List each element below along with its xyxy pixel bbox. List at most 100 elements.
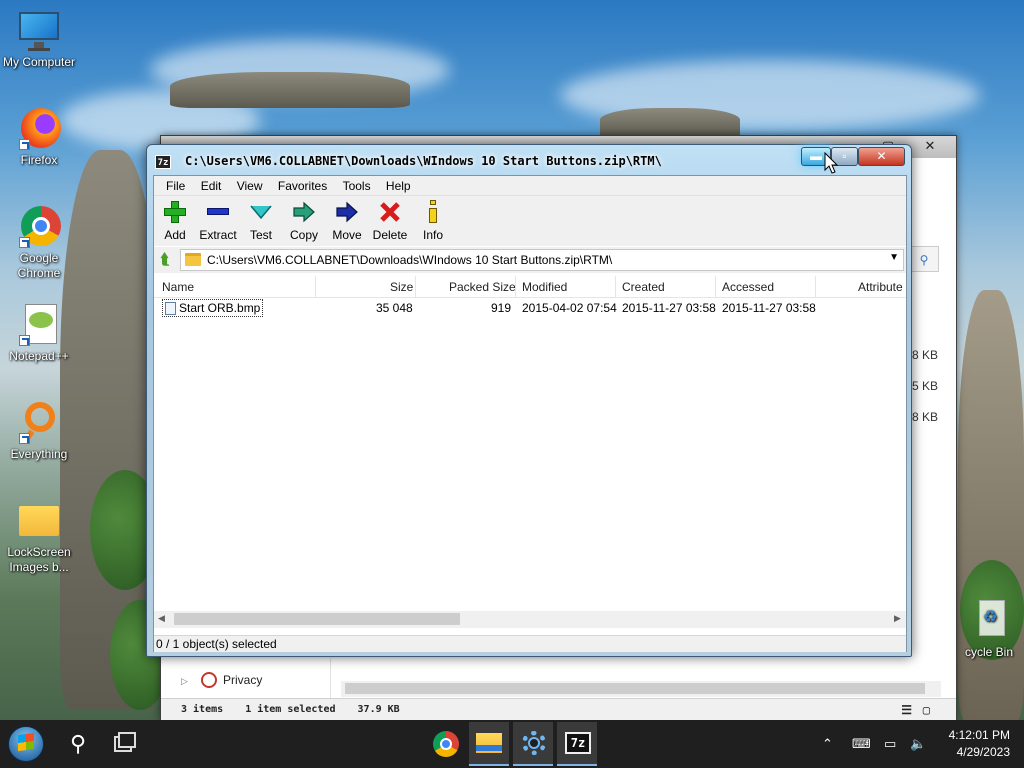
recycle-bin-icon: ♻ xyxy=(967,598,1011,642)
large-icons-view-icon[interactable]: ▢ xyxy=(923,699,930,721)
bg-close-button[interactable]: ✕ xyxy=(913,136,947,156)
menu-bar: File Edit View Favorites Tools Help xyxy=(154,176,906,196)
7zip-window[interactable]: 7z C:\Users\VM6.COLLABNET\Downloads\WInd… xyxy=(146,144,912,657)
7zip-app-icon[interactable]: 7z xyxy=(155,155,171,169)
desktop-icon-label: LockScreen Images b... xyxy=(7,545,71,574)
settings-icon[interactable] xyxy=(513,722,553,766)
column-size[interactable]: Size xyxy=(390,280,413,294)
volume-icon[interactable]: 🔈 xyxy=(910,720,926,768)
file-packed-size: 919 xyxy=(491,301,512,315)
file-name-cell[interactable]: Start ORB.bmp xyxy=(162,299,264,317)
desktop-icon-label: Google Chrome xyxy=(17,251,61,280)
bg-status-size: 37.9 KB xyxy=(357,704,400,715)
menu-edit[interactable]: Edit xyxy=(195,176,228,193)
desktop-icon-everything[interactable]: Everything xyxy=(0,400,78,462)
nav-item-privacy[interactable]: Privacy xyxy=(223,673,262,687)
desktop-icon-chrome[interactable]: Google Chrome xyxy=(0,204,78,281)
everything-icon xyxy=(17,400,61,445)
display-icon[interactable]: ▭ xyxy=(884,720,896,768)
desktop-icon-recycle-bin[interactable]: ♻ cycle Bin xyxy=(950,598,1024,660)
column-divider[interactable] xyxy=(515,276,516,298)
task-view-icon[interactable] xyxy=(102,722,142,766)
bg-search-icon[interactable]: ⚲ xyxy=(909,246,939,272)
menu-tools[interactable]: Tools xyxy=(337,176,377,193)
chrome-icon xyxy=(17,204,61,248)
column-divider[interactable] xyxy=(815,276,816,298)
column-accessed[interactable]: Accessed xyxy=(722,280,774,294)
desktop-icon-label: Firefox xyxy=(20,153,58,167)
file-explorer-icon[interactable] xyxy=(469,722,509,766)
close-button[interactable]: ✕ xyxy=(858,147,905,166)
add-label: Add xyxy=(164,228,186,242)
chrome-icon[interactable] xyxy=(425,722,465,766)
chevron-down-icon[interactable]: ▼ xyxy=(889,252,899,263)
file-name: Start ORB.bmp xyxy=(179,301,261,315)
column-divider[interactable] xyxy=(415,276,416,298)
plus-icon xyxy=(163,200,187,224)
bg-hscroll-thumb[interactable] xyxy=(345,683,925,694)
column-name[interactable]: Name xyxy=(162,280,194,294)
menu-help[interactable]: Help xyxy=(380,176,417,193)
bitmap-file-icon xyxy=(165,302,176,315)
copy-button[interactable]: Copy xyxy=(282,200,326,242)
address-bar: ⮬ C:\Users\VM6.COLLABNET\Downloads\WIndo… xyxy=(154,247,906,273)
path-combobox[interactable]: C:\Users\VM6.COLLABNET\Downloads\WIndows… xyxy=(180,249,904,271)
test-label: Test xyxy=(249,228,272,242)
info-button[interactable]: Info xyxy=(411,200,455,242)
show-hidden-icons-chevron-icon[interactable]: ⌃ xyxy=(822,720,833,768)
path-text: C:\Users\VM6.COLLABNET\Downloads\WIndows… xyxy=(207,253,613,267)
bg-size-cell: 8 KB xyxy=(912,410,939,424)
system-clock[interactable]: 4:12:01 PM 4/29/2023 xyxy=(949,727,1010,761)
minus-icon xyxy=(206,200,230,224)
desktop-icon-lockscreen-folder[interactable]: LockScreen Images b... xyxy=(0,498,78,575)
scrollbar-thumb[interactable] xyxy=(174,613,460,625)
desktop-icon-label: cycle Bin xyxy=(964,645,1014,659)
search-icon[interactable]: ⚲ xyxy=(58,722,98,766)
column-divider[interactable] xyxy=(315,276,316,298)
column-modified[interactable]: Modified xyxy=(522,280,567,294)
menu-file[interactable]: File xyxy=(160,176,191,193)
delete-button[interactable]: Delete xyxy=(368,200,412,242)
move-button[interactable]: Move xyxy=(325,200,369,242)
7zip-icon[interactable]: 7z xyxy=(557,722,597,766)
bg-nav-pane: ▷ Privacy xyxy=(161,658,331,698)
scroll-right-arrow-icon[interactable]: ▶ xyxy=(894,613,901,624)
file-size: 35 048 xyxy=(376,301,413,315)
menu-view[interactable]: View xyxy=(231,176,269,193)
clock-date: 4/29/2023 xyxy=(956,745,1010,759)
up-folder-icon[interactable]: ⮬ xyxy=(156,251,174,269)
list-header: Name Size Packed Size Modified Created A… xyxy=(154,276,906,298)
add-button[interactable]: Add xyxy=(153,200,197,242)
menu-favorites[interactable]: Favorites xyxy=(272,176,333,193)
bg-status-selected: 1 item selected xyxy=(245,704,336,715)
shortcut-arrow-icon xyxy=(19,335,30,346)
window-titlebar[interactable]: 7z C:\Users\VM6.COLLABNET\Downloads\WInd… xyxy=(155,153,791,173)
details-view-icon[interactable]: ☰ xyxy=(901,699,912,721)
notepadpp-icon xyxy=(17,302,61,346)
x-icon xyxy=(378,200,402,224)
column-attribute[interactable]: Attribute xyxy=(858,280,903,294)
table-row[interactable]: Start ORB.bmp 35 048 919 2015-04-02 07:5… xyxy=(154,299,906,317)
expand-chevron-icon[interactable]: ▷ xyxy=(181,676,188,687)
desktop-icon-firefox[interactable]: Firefox xyxy=(0,106,78,168)
scroll-left-arrow-icon[interactable]: ◀ xyxy=(158,613,165,624)
test-button[interactable]: Test xyxy=(239,200,283,242)
file-modified: 2015-04-02 07:54 xyxy=(522,301,617,315)
clock-time: 4:12:01 PM xyxy=(948,728,1010,742)
desktop-icon-notepadpp[interactable]: Notepad++ xyxy=(0,302,78,364)
bg-hscroll[interactable] xyxy=(341,681,941,697)
column-packed-size[interactable]: Packed Size xyxy=(449,280,516,294)
extract-button[interactable]: Extract xyxy=(196,200,240,242)
mouse-cursor-icon xyxy=(824,152,838,174)
desktop-icon-my-computer[interactable]: My Computer xyxy=(0,8,78,70)
start-button[interactable] xyxy=(6,722,46,766)
column-created[interactable]: Created xyxy=(622,280,665,294)
shortcut-arrow-icon xyxy=(19,139,30,150)
firefox-icon xyxy=(17,106,61,150)
column-divider[interactable] xyxy=(615,276,616,298)
monitor-icon xyxy=(17,8,61,52)
desktop-icon-label: Everything xyxy=(10,447,68,461)
column-divider[interactable] xyxy=(715,276,716,298)
keyboard-icon[interactable]: ⌨ xyxy=(852,720,871,768)
shortcut-arrow-icon xyxy=(19,237,30,248)
